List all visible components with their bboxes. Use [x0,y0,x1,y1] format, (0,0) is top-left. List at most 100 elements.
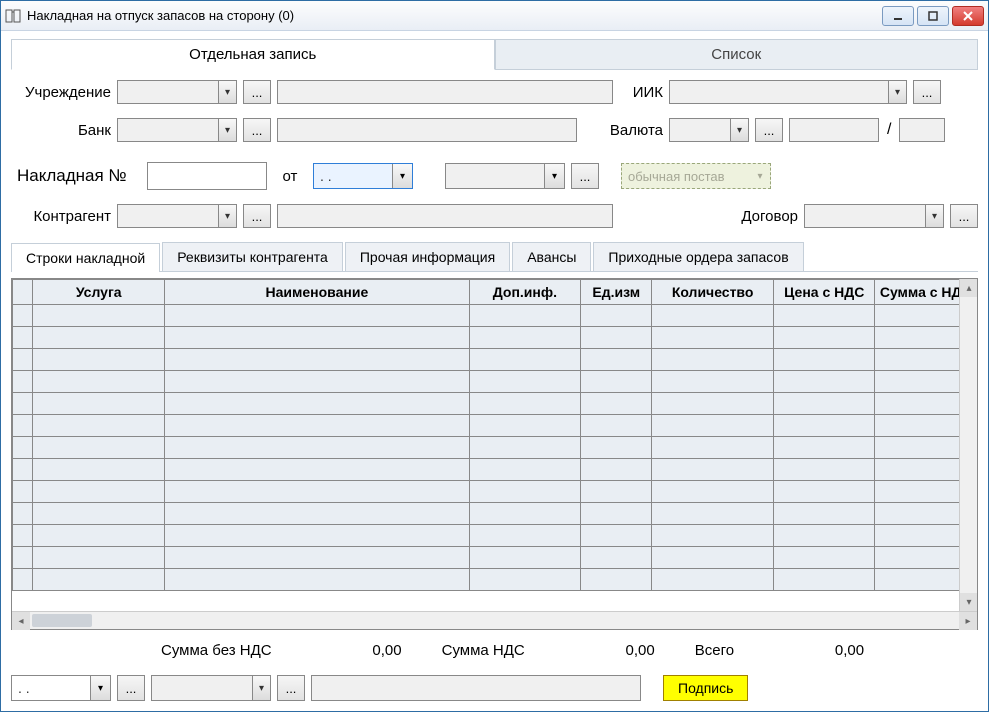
table-cell[interactable] [652,349,774,371]
table-cell[interactable] [581,415,652,437]
table-cell[interactable] [165,503,469,525]
close-button[interactable] [952,6,984,26]
grid-body[interactable]: Услуга Наименование Доп.инф. Ед.изм Коли… [12,279,977,611]
table-row[interactable] [13,327,977,349]
table-cell[interactable] [774,415,875,437]
table-cell[interactable] [13,393,33,415]
table-cell[interactable] [774,371,875,393]
chevron-down-icon[interactable] [90,676,110,700]
table-cell[interactable] [165,437,469,459]
table-cell[interactable] [774,481,875,503]
table-row[interactable] [13,393,977,415]
table-row[interactable] [13,349,977,371]
table-cell[interactable] [469,305,581,327]
scroll-up-icon[interactable]: ▴ [960,279,977,297]
table-cell[interactable] [165,547,469,569]
table-cell[interactable] [652,459,774,481]
table-cell[interactable] [469,525,581,547]
horizontal-scrollbar[interactable]: ◂ ▸ [12,611,977,629]
lookup-currency-button[interactable]: ... [755,118,783,142]
table-cell[interactable] [774,569,875,591]
table-cell[interactable] [581,525,652,547]
lookup-counterparty-button[interactable]: ... [243,204,271,228]
table-cell[interactable] [652,569,774,591]
table-cell[interactable] [33,349,165,371]
tab-advances[interactable]: Авансы [512,242,591,271]
table-cell[interactable] [33,415,165,437]
delivery-type-combo[interactable]: обычная постав [621,163,771,189]
table-cell[interactable] [165,371,469,393]
table-cell[interactable] [33,547,165,569]
table-cell[interactable] [13,305,33,327]
table-cell[interactable] [13,437,33,459]
table-cell[interactable] [652,503,774,525]
footer-date-lookup-button[interactable]: ... [117,675,145,701]
table-cell[interactable] [774,305,875,327]
footer-combo[interactable] [151,675,271,701]
scroll-down-icon[interactable]: ▾ [960,593,977,611]
table-cell[interactable] [652,305,774,327]
table-cell[interactable] [33,525,165,547]
tab-list[interactable]: Список [495,39,979,70]
chevron-down-icon[interactable] [888,81,906,103]
table-cell[interactable] [13,371,33,393]
table-cell[interactable] [469,349,581,371]
table-cell[interactable] [469,371,581,393]
table-cell[interactable] [33,503,165,525]
chevron-down-icon[interactable] [218,119,236,141]
table-row[interactable] [13,481,977,503]
table-cell[interactable] [581,437,652,459]
table-cell[interactable] [165,393,469,415]
table-cell[interactable] [774,437,875,459]
table-cell[interactable] [652,547,774,569]
table-cell[interactable] [165,305,469,327]
table-cell[interactable] [652,437,774,459]
col-quantity[interactable]: Количество [652,280,774,305]
table-cell[interactable] [581,569,652,591]
table-cell[interactable] [581,481,652,503]
table-cell[interactable] [33,393,165,415]
table-cell[interactable] [652,371,774,393]
currency-unit-input[interactable] [899,118,945,142]
table-row[interactable] [13,415,977,437]
table-cell[interactable] [13,327,33,349]
currency-rate-input[interactable] [789,118,879,142]
table-cell[interactable] [33,459,165,481]
table-cell[interactable] [469,459,581,481]
vscroll-track[interactable] [960,297,977,593]
col-name[interactable]: Наименование [165,280,469,305]
table-row[interactable] [13,503,977,525]
table-row[interactable] [13,371,977,393]
signature-button[interactable]: Подпись [663,675,748,701]
col-extra[interactable]: Доп.инф. [469,280,581,305]
table-cell[interactable] [774,525,875,547]
lookup-contract-button[interactable]: ... [950,204,978,228]
counterparty-name-input[interactable] [277,204,613,228]
table-row[interactable] [13,569,977,591]
chevron-down-icon[interactable] [730,119,748,141]
table-cell[interactable] [13,525,33,547]
table-cell[interactable] [469,547,581,569]
table-cell[interactable] [581,393,652,415]
table-cell[interactable] [774,503,875,525]
maximize-button[interactable] [917,6,949,26]
lookup-iik-button[interactable]: ... [913,80,941,104]
tab-other-info[interactable]: Прочая информация [345,242,510,271]
bank-name-input[interactable] [277,118,577,142]
table-cell[interactable] [581,459,652,481]
table-cell[interactable] [581,327,652,349]
table-cell[interactable] [581,371,652,393]
vertical-scrollbar[interactable]: ▴ ▾ [959,279,977,611]
footer-date-combo[interactable]: . . [11,675,111,701]
combo-contract[interactable] [804,204,944,228]
tab-single-record[interactable]: Отдельная запись [11,39,495,70]
table-cell[interactable] [581,305,652,327]
table-cell[interactable] [774,393,875,415]
chevron-down-icon[interactable] [252,676,270,700]
col-service[interactable]: Услуга [33,280,165,305]
hscroll-track[interactable] [30,612,959,629]
table-cell[interactable] [165,459,469,481]
chevron-down-icon[interactable] [925,205,943,227]
table-row[interactable] [13,305,977,327]
chevron-down-icon[interactable] [218,205,236,227]
